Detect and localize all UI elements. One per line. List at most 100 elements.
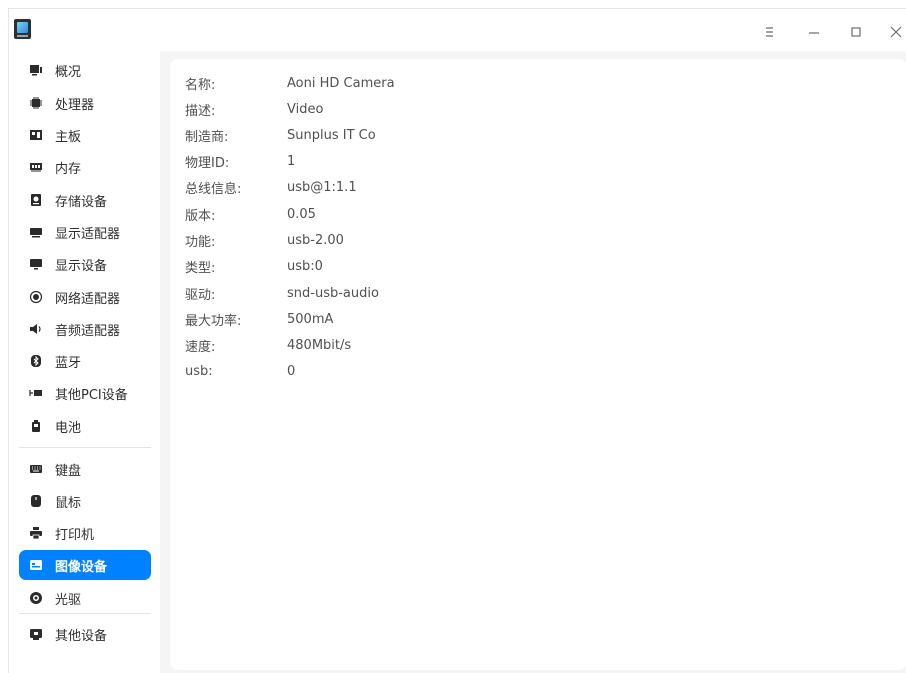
- sidebar-item-cpu[interactable]: 处理器: [19, 88, 151, 118]
- detail-row-speed: 速度: 480Mbit/s: [185, 335, 351, 355]
- detail-row-max-power: 最大功率: 500mA: [185, 309, 333, 329]
- sidebar-item-pci[interactable]: 其他PCI设备: [19, 378, 151, 408]
- sidebar-item-label: 存储设备: [55, 194, 108, 210]
- overview-icon: [29, 63, 43, 77]
- sidebar-item-label: 光驱: [55, 592, 82, 608]
- other-devices-icon: [29, 627, 43, 641]
- memory-icon: [29, 160, 43, 174]
- sidebar-item-label: 处理器: [55, 97, 95, 113]
- sidebar-item-storage[interactable]: 存储设备: [19, 185, 151, 215]
- sidebar-item-label: 显示适配器: [55, 226, 121, 242]
- sidebar-item-label: 主板: [55, 129, 82, 145]
- detail-value: usb:0: [287, 258, 323, 274]
- detail-row-driver: 驱动: snd-usb-audio: [185, 283, 379, 303]
- mouse-icon: [29, 494, 43, 508]
- title-bar: [9, 9, 906, 51]
- monitor-icon: [29, 257, 43, 271]
- detail-row-description: 描述: Video: [185, 99, 323, 119]
- detail-value: usb-2.00: [287, 232, 344, 248]
- content-area: 名称: Aoni HD Camera 描述: Video 制造商: Sunplus I…: [160, 51, 906, 673]
- battery-icon: [29, 419, 43, 433]
- detail-key: 描述:: [185, 103, 216, 119]
- sidebar-item-label: 电池: [55, 420, 82, 436]
- sidebar: 概况 处理器 主板 内存 存储设备 显示适配器 显示设备 网络适配器 音频适配器…: [9, 51, 160, 673]
- sidebar-item-display-adapter[interactable]: 显示适配器: [19, 217, 151, 247]
- device-details-panel: 名称: Aoni HD Camera 描述: Video 制造商: Sunplus I…: [170, 59, 906, 670]
- close-icon[interactable]: [887, 23, 905, 41]
- display-adapter-icon: [29, 225, 43, 239]
- detail-row-type: 类型: usb:0: [185, 256, 323, 276]
- sidebar-item-camera[interactable]: 图像设备: [19, 550, 151, 580]
- network-icon: [29, 290, 43, 304]
- sidebar-item-printer[interactable]: 打印机: [19, 518, 151, 548]
- pci-icon: [29, 386, 43, 400]
- detail-value: 0: [287, 363, 296, 379]
- sidebar-item-overview[interactable]: 概况: [19, 55, 151, 85]
- audio-icon: [29, 322, 43, 336]
- device-manager-app-icon: [14, 19, 31, 39]
- sidebar-item-audio[interactable]: 音频适配器: [19, 314, 151, 344]
- sidebar-item-monitor[interactable]: 显示设备: [19, 249, 151, 279]
- detail-key: 类型:: [185, 260, 216, 276]
- sidebar-item-network[interactable]: 网络适配器: [19, 282, 151, 312]
- detail-value: Sunplus IT Co: [287, 127, 376, 143]
- detail-key: 版本:: [185, 208, 216, 224]
- bluetooth-icon: [29, 354, 43, 368]
- keyboard-icon: [29, 462, 43, 476]
- printer-icon: [29, 526, 43, 540]
- sidebar-item-label: 内存: [55, 161, 82, 177]
- detail-key: 总线信息:: [185, 181, 242, 197]
- detail-value: snd-usb-audio: [287, 285, 379, 301]
- cpu-icon: [29, 96, 43, 110]
- sidebar-item-label: 鼠标: [55, 495, 82, 511]
- sidebar-divider: [19, 613, 151, 614]
- sidebar-item-bluetooth[interactable]: 蓝牙: [19, 346, 151, 376]
- detail-value: 1: [287, 153, 296, 169]
- sidebar-item-label: 键盘: [55, 463, 82, 479]
- detail-key: 名称:: [185, 77, 216, 93]
- detail-row-version: 版本: 0.05: [185, 204, 316, 224]
- detail-key: 速度:: [185, 339, 216, 355]
- sidebar-item-other-devices[interactable]: 其他设备: [19, 619, 151, 649]
- detail-value: usb@1:1.1: [287, 179, 357, 195]
- sidebar-divider: [19, 447, 151, 448]
- detail-value: 0.05: [287, 206, 316, 222]
- detail-value: 480Mbit/s: [287, 337, 352, 353]
- detail-key: usb:: [185, 363, 213, 379]
- detail-row-bus-info: 总线信息: usb@1:1.1: [185, 177, 357, 197]
- sidebar-item-label: 概况: [55, 64, 82, 80]
- minimize-icon[interactable]: [805, 23, 823, 41]
- sidebar-item-optical-drive[interactable]: 光驱: [19, 583, 151, 613]
- detail-row-vendor: 制造商: Sunplus IT Co: [185, 125, 376, 145]
- hamburger-menu-icon[interactable]: [761, 23, 779, 41]
- sidebar-item-label: 打印机: [55, 527, 95, 543]
- detail-row-name: 名称: Aoni HD Camera: [185, 73, 395, 93]
- detail-key: 功能:: [185, 234, 216, 250]
- detail-key: 驱动:: [185, 287, 216, 303]
- maximize-icon[interactable]: [847, 23, 865, 41]
- sidebar-item-label: 音频适配器: [55, 323, 121, 339]
- detail-key: 物理ID:: [185, 155, 230, 171]
- detail-row-physical-id: 物理ID: 1: [185, 151, 295, 171]
- detail-row-usb: usb: 0: [185, 361, 295, 381]
- sidebar-item-label: 蓝牙: [55, 355, 82, 371]
- device-manager-window: 概况 处理器 主板 内存 存储设备 显示适配器 显示设备 网络适配器 音频适配器…: [8, 8, 906, 673]
- sidebar-item-memory[interactable]: 内存: [19, 152, 151, 182]
- detail-value: 500mA: [287, 311, 334, 327]
- sidebar-item-keyboard[interactable]: 键盘: [19, 454, 151, 484]
- sidebar-item-label: 图像设备: [55, 559, 108, 575]
- storage-icon: [29, 193, 43, 207]
- motherboard-icon: [29, 128, 43, 142]
- sidebar-item-label: 其他设备: [55, 628, 108, 644]
- sidebar-item-label: 网络适配器: [55, 291, 121, 307]
- sidebar-item-motherboard[interactable]: 主板: [19, 120, 151, 150]
- sidebar-item-mouse[interactable]: 鼠标: [19, 486, 151, 516]
- detail-value: Aoni HD Camera: [287, 75, 395, 91]
- detail-row-capabilities: 功能: usb-2.00: [185, 230, 344, 250]
- sidebar-item-label: 其他PCI设备: [55, 387, 128, 403]
- detail-key: 最大功率:: [185, 313, 242, 329]
- sidebar-item-battery[interactable]: 电池: [19, 411, 151, 441]
- detail-key: 制造商:: [185, 129, 229, 145]
- optical-drive-icon: [29, 591, 43, 605]
- camera-icon: [29, 558, 43, 572]
